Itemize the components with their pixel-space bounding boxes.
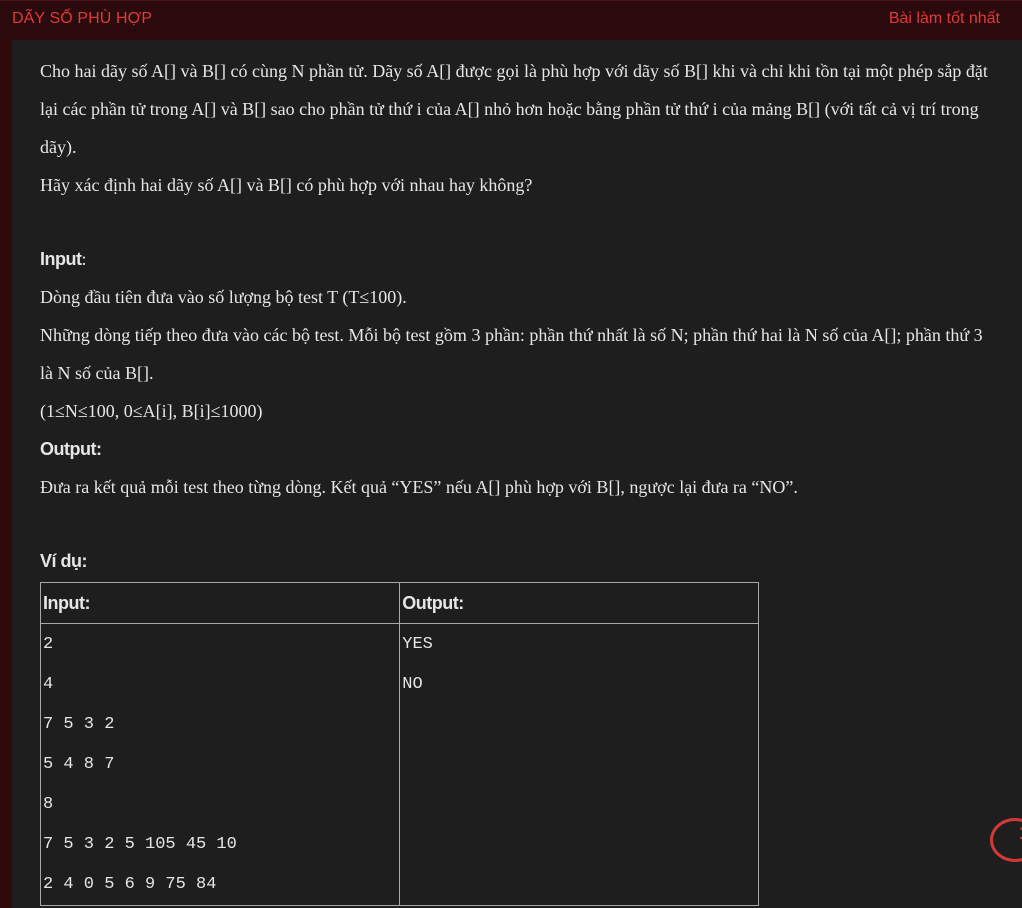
example-input-line: 2 (43, 635, 54, 654)
best-solution-link[interactable]: Bài làm tốt nhất (889, 10, 1000, 28)
example-output-cell: YES NO (399, 623, 759, 906)
header-bar: DÃY SỐ PHÙ HỢP Bài làm tốt nhất (0, 0, 1022, 40)
example-input-cell: 2 4 7 5 3 2 5 4 8 7 8 7 5 3 2 5 105 45 1… (39, 623, 401, 906)
problem-title: DÃY SỐ PHÙ HỢP (12, 10, 153, 27)
example-input-line: 5 4 8 7 (43, 755, 115, 774)
input-heading: Input (40, 249, 82, 269)
statement-paragraph-2: Hãy xác định hai dãy số A[] và B[] có ph… (40, 175, 533, 195)
input-heading-colon: : (81, 249, 87, 269)
example-heading: Ví dụ: (40, 551, 88, 571)
statement-paragraph-1: Cho hai dãy số A[] và B[] có cùng N phần… (40, 61, 988, 157)
input-description-1: Dòng đầu tiên đưa vào số lượng bộ test T… (40, 287, 407, 307)
example-input-line: 8 (43, 795, 54, 814)
problem-content: Cho hai dãy số A[] và B[] có cùng N phần… (39, 52, 1000, 906)
problem-page: DÃY SỐ PHÙ HỢP Bài làm tốt nhất Cho hai … (0, 0, 1022, 908)
example-input-line: 7 5 3 2 (43, 715, 115, 734)
output-heading: Output: (40, 439, 102, 459)
input-description-2: Những dòng tiếp theo đưa vào các bộ test… (40, 325, 983, 383)
constraints: (1≤N≤100, 0≤A[i], B[i]≤1000) (40, 401, 263, 421)
example-input-line: 2 4 0 5 6 9 75 84 (43, 875, 217, 894)
example-output-line: YES (402, 635, 433, 654)
example-output-line: NO (402, 675, 423, 694)
output-description: Đưa ra kết quả mỗi test theo từng dòng. … (40, 477, 798, 497)
example-table-header-row: Input: Output: (39, 582, 759, 624)
example-input-header: Input: (39, 582, 401, 624)
example-input-line: 4 (43, 675, 54, 694)
example-input-line: 7 5 3 2 5 105 45 10 (43, 835, 237, 854)
example-output-header: Output: (399, 582, 759, 624)
example-table-row: 2 4 7 5 3 2 5 4 8 7 8 7 5 3 2 5 105 45 1… (39, 623, 759, 906)
example-table: Input: Output: 2 4 7 5 3 2 5 4 8 7 8 7 5… (39, 582, 759, 906)
left-sidebar-strip (0, 40, 12, 908)
input-heading-line: Input: (40, 240, 1000, 278)
